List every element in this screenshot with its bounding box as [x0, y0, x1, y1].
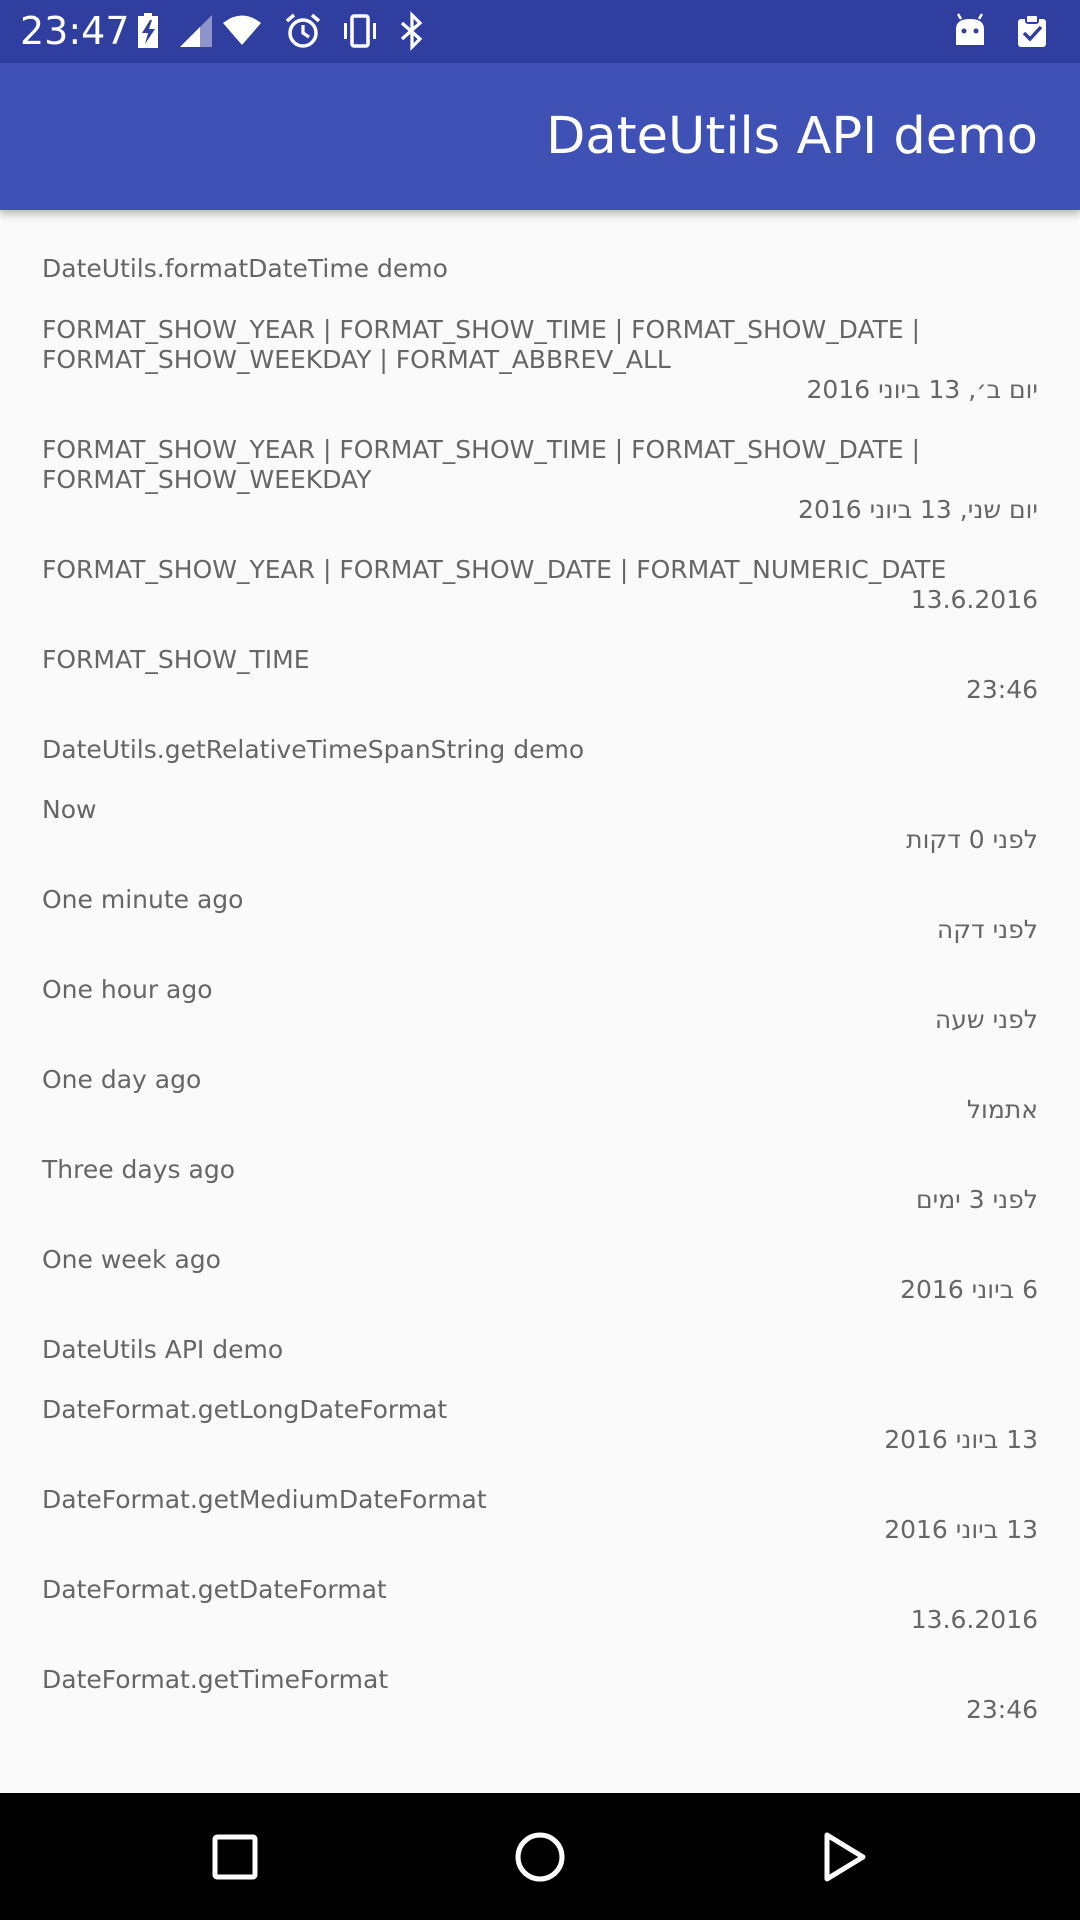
- section-heading-relative-time: DateUtils.getRelativeTimeSpanString demo: [42, 735, 585, 764]
- section-heading-api-demo: DateUtils API demo: [42, 1335, 284, 1364]
- back-triangle-icon[interactable]: [803, 1815, 887, 1899]
- relative-week-value: 6 ביוני 2016: [900, 1275, 1038, 1304]
- alarm-icon: [285, 13, 321, 48]
- dateformat-date-value: 13.6.2016: [910, 1605, 1038, 1634]
- android-icon: [956, 13, 984, 45]
- dateformat-long-label: DateFormat.getLongDateFormat: [42, 1395, 448, 1424]
- relative-week-label: One week ago: [42, 1245, 221, 1274]
- dateformat-medium-value: 13 ביוני 2016: [884, 1515, 1038, 1544]
- relative-minute-value: לפני דקה: [936, 915, 1038, 944]
- format-item-2-value: יום שני, 13 ביוני 2016: [798, 495, 1038, 524]
- relative-minute-label: One minute ago: [42, 885, 244, 914]
- relative-now-label: Now: [42, 795, 97, 824]
- wifi-icon: [223, 15, 261, 45]
- battery-charging-icon: [138, 13, 158, 48]
- status-bar: 23:47: [0, 0, 1080, 63]
- dateformat-time-label: DateFormat.getTimeFormat: [42, 1665, 389, 1694]
- format-item-4-label: FORMAT_SHOW_TIME: [42, 645, 310, 674]
- status-time: 23:47: [20, 9, 130, 53]
- format-item-2-label-line1: FORMAT_SHOW_YEAR | FORMAT_SHOW_TIME | FO…: [42, 435, 921, 464]
- relative-now-value: לפני 0 דקות: [906, 825, 1038, 854]
- format-item-1-label-line2: FORMAT_SHOW_WEEKDAY | FORMAT_ABBREV_ALL: [42, 345, 671, 374]
- clipboard-check-icon: [1018, 14, 1046, 47]
- section-heading-format-datetime: DateUtils.formatDateTime demo: [42, 254, 448, 283]
- dateformat-medium-label: DateFormat.getMediumDateFormat: [42, 1485, 487, 1514]
- signal-icon: [180, 15, 212, 47]
- dateformat-date-label: DateFormat.getDateFormat: [42, 1575, 387, 1604]
- recents-square-icon[interactable]: [193, 1815, 277, 1899]
- vibrate-icon: [344, 14, 376, 48]
- navigation-bar: [0, 1793, 1080, 1920]
- app-title: DateUtils API demo: [546, 107, 1038, 166]
- relative-hour-value: לפני שעה: [934, 1005, 1038, 1034]
- dateformat-time-value: 23:46: [965, 1695, 1038, 1724]
- home-circle-icon[interactable]: [498, 1815, 582, 1899]
- relative-3days-label: Three days ago: [42, 1155, 235, 1184]
- relative-hour-label: One hour ago: [42, 975, 213, 1004]
- format-item-3-label: FORMAT_SHOW_YEAR | FORMAT_SHOW_DATE | FO…: [42, 555, 947, 584]
- bluetooth-icon: [400, 11, 423, 51]
- app-bar: DateUtils API demo: [0, 63, 1080, 210]
- relative-3days-value: לפני 3 ימים: [916, 1185, 1038, 1214]
- format-item-1-label-line1: FORMAT_SHOW_YEAR | FORMAT_SHOW_TIME | FO…: [42, 315, 921, 344]
- relative-day-label: One day ago: [42, 1065, 202, 1094]
- content-list[interactable]: DateUtils.formatDateTime demo FORMAT_SHO…: [0, 210, 1080, 1793]
- format-item-1-value: יום ב׳, 13 ביוני 2016: [806, 375, 1038, 404]
- format-item-4-value: 23:46: [965, 675, 1038, 704]
- relative-day-value: אתמול: [966, 1095, 1038, 1124]
- format-item-2-label-line2: FORMAT_SHOW_WEEKDAY: [42, 465, 372, 494]
- dateformat-long-value: 13 ביוני 2016: [884, 1425, 1038, 1454]
- format-item-3-value: 13.6.2016: [910, 585, 1038, 614]
